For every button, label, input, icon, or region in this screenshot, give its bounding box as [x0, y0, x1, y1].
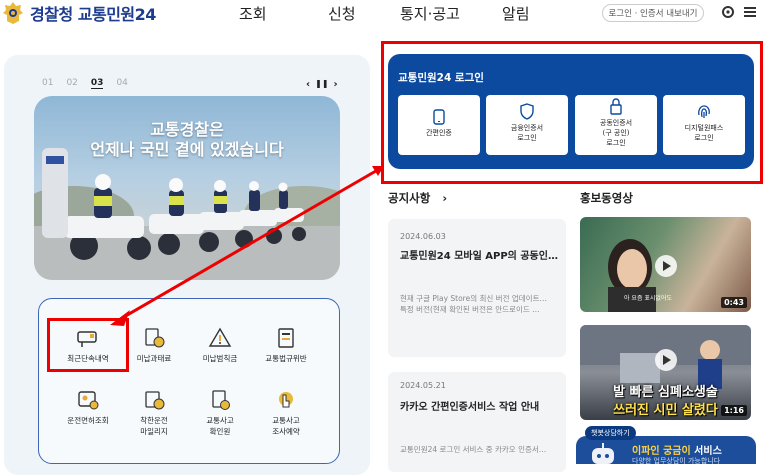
mileage-icon — [142, 389, 166, 411]
slide-page-4[interactable]: 04 — [116, 78, 127, 89]
video-caption: 아 요즘 표시없어도 — [624, 295, 672, 302]
slide-page-1[interactable]: 01 — [42, 78, 53, 89]
slider-pagination: 01 02 03 04 — [42, 78, 128, 89]
slide-page-2[interactable]: 02 — [66, 78, 77, 89]
notice-more-icon[interactable]: › — [442, 191, 447, 205]
warning-icon — [208, 327, 232, 349]
police-emblem-icon — [2, 1, 24, 25]
highlight-login-box — [381, 41, 763, 184]
notice-card-1[interactable]: 2024.06.03 교통민원24 모바일 APP의 공동인… 현재 구글 Pl… — [388, 219, 566, 357]
video-duration: 0:43 — [721, 297, 747, 308]
settings-gear-icon[interactable] — [720, 4, 736, 20]
site-header: 경찰청 교통민원24 조회 신청 통지·공고 알림 로그인 · 인증서 내보내기 — [0, 0, 771, 30]
service-label: 교통사고 조사예약 — [272, 416, 300, 436]
slider-controls: ‹ ❚❚ › — [306, 79, 338, 90]
notice-body: 교통민원24 로그인 서비스 중 카카오 인증서… — [400, 445, 547, 454]
slide-page-3[interactable]: 03 — [90, 78, 104, 89]
service-label: 미납과태료 — [136, 354, 172, 363]
robot-icon — [592, 443, 614, 464]
notice-title: 카카오 간편인증서비스 작업 안내 — [400, 402, 540, 413]
hand-pointer-icon — [274, 389, 298, 411]
logo-org: 경찰청 — [30, 5, 73, 24]
notice-section-title[interactable]: 공지사항 › — [388, 190, 447, 206]
highlight-recent-enforcement-box — [47, 318, 129, 372]
notice-body: 현재 구글 Play Store의 최신 버전 업데이트… 특정 버전(현재 확… — [400, 294, 547, 314]
service-traffic-violation[interactable]: 교통법규위반 — [251, 327, 321, 364]
service-unpaid-fine[interactable]: 미납과태료 — [119, 327, 189, 364]
video-caption-line1: 발 빠른 심폐소생술 — [613, 385, 718, 400]
notice-card-2[interactable]: 2024.05.21 카카오 간편인증서비스 작업 안내 교통민원24 로그인 … — [388, 372, 566, 472]
slide-prev-icon[interactable]: ‹ — [306, 79, 310, 90]
service-accident-certificate[interactable]: 교통사고 확인원 — [185, 389, 255, 437]
service-unpaid-penalty[interactable]: 미납범칙금 — [185, 327, 255, 364]
video-play-icon[interactable] — [655, 349, 677, 371]
promo-video-section-title: 홍보동영상 — [580, 191, 633, 205]
service-label: 착한운전 마일리지 — [140, 416, 168, 436]
nav-item-notice[interactable]: 통지·공고 — [400, 3, 460, 24]
id-card-icon — [76, 389, 100, 411]
nav-item-alerts[interactable]: 알림 — [502, 3, 530, 24]
banner-headline-line2: 언제나 국민 곁에 있겠습니다 — [90, 140, 284, 159]
site-logo[interactable]: 경찰청 교통민원24 — [2, 0, 156, 26]
video-play-icon[interactable] — [655, 255, 677, 277]
notice-title-text: 공지사항 — [388, 191, 431, 205]
service-label: 운전면허조회 — [67, 416, 109, 425]
chatbot-title: 이파인 궁금이 서비스 — [632, 442, 722, 457]
service-good-driving-mileage[interactable]: 착한운전 마일리지 — [119, 389, 189, 437]
notice-title: 교통민원24 모바일 APP의 공동인… — [400, 251, 558, 262]
chatbot-subtitle: 다양한 업무상담이 가능합니다 — [632, 457, 721, 465]
chatbot-banner[interactable]: 이파인 궁금이 서비스 다양한 업무상담이 가능합니다 — [576, 436, 756, 465]
slide-next-icon[interactable]: › — [334, 79, 338, 90]
slide-pause-icon[interactable]: ❚❚ — [315, 79, 328, 90]
chatbot-consult-bubble[interactable]: 챗봇상담하기 — [585, 426, 636, 440]
login-cert-export-button[interactable]: 로그인 · 인증서 내보내기 — [602, 4, 704, 22]
service-label: 교통법규위반 — [265, 354, 307, 363]
coins-icon — [142, 327, 166, 349]
notice-date: 2024.06.03 — [400, 232, 446, 241]
service-accident-investigation-booking[interactable]: 교통사고 조사예약 — [251, 389, 321, 437]
notice-date: 2024.05.21 — [400, 381, 446, 390]
nav-item-apply[interactable]: 신청 — [328, 3, 356, 24]
service-label: 교통사고 확인원 — [206, 416, 234, 436]
video-duration: 1:16 — [721, 405, 747, 416]
document-icon — [274, 327, 298, 349]
main-banner-image[interactable]: 교통경찰은 언제나 국민 곁에 있겠습니다 — [34, 96, 340, 280]
logo-service: 교통민원24 — [77, 5, 157, 24]
nav-item-inquiry[interactable]: 조회 — [239, 3, 267, 24]
promo-video-2[interactable]: 발 빠른 심폐소생술 쓰러진 시민 살렸다 1:16 — [580, 325, 751, 420]
hamburger-menu-icon[interactable] — [742, 4, 758, 20]
promo-video-1[interactable]: 아 요즘 표시없어도 0:43 — [580, 217, 751, 312]
accident-doc-icon — [208, 389, 232, 411]
service-label: 미납범칙금 — [202, 354, 238, 363]
service-license-inquiry[interactable]: 운전면허조회 — [53, 389, 123, 426]
